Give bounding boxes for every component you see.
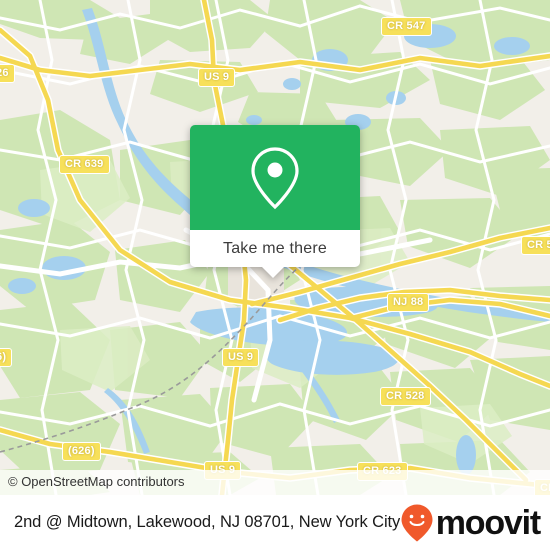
footer-bar: 2nd @ Midtown, Lakewood, NJ 08701, New Y… [0, 495, 550, 550]
osm-attribution: © OpenStreetMap contributors [0, 470, 550, 495]
callout-pointer [262, 267, 284, 278]
road-shield: CR 528 [380, 387, 431, 406]
callout-header [190, 125, 360, 230]
moovit-pin-icon [401, 504, 433, 541]
take-me-there-label: Take me there [223, 239, 327, 257]
moovit-brand[interactable]: moovit [400, 503, 541, 543]
moovit-wordmark: moovit [435, 503, 541, 542]
road-shield: CR 5 [521, 236, 550, 255]
location-callout-card[interactable]: Take me there [190, 125, 360, 278]
road-shield: US 9 [198, 68, 236, 87]
location-title: 2nd @ Midtown, Lakewood, NJ 08701, New Y… [14, 513, 400, 531]
road-shield: CR 547 [381, 17, 432, 36]
road-shield: 6) [0, 348, 13, 367]
take-me-there-button[interactable]: Take me there [190, 230, 360, 267]
road-shield: NJ 88 [387, 293, 430, 312]
road-shield: (626) [62, 442, 101, 461]
road-shield: CR 639 [59, 155, 110, 174]
map-screenshot: CR 547 US 9 26 CR 639 CR 5 NJ 88 6) US 9… [0, 0, 550, 550]
road-shield: US 9 [222, 348, 260, 367]
road-shield: 26 [0, 64, 15, 83]
location-pin-icon [251, 146, 299, 209]
